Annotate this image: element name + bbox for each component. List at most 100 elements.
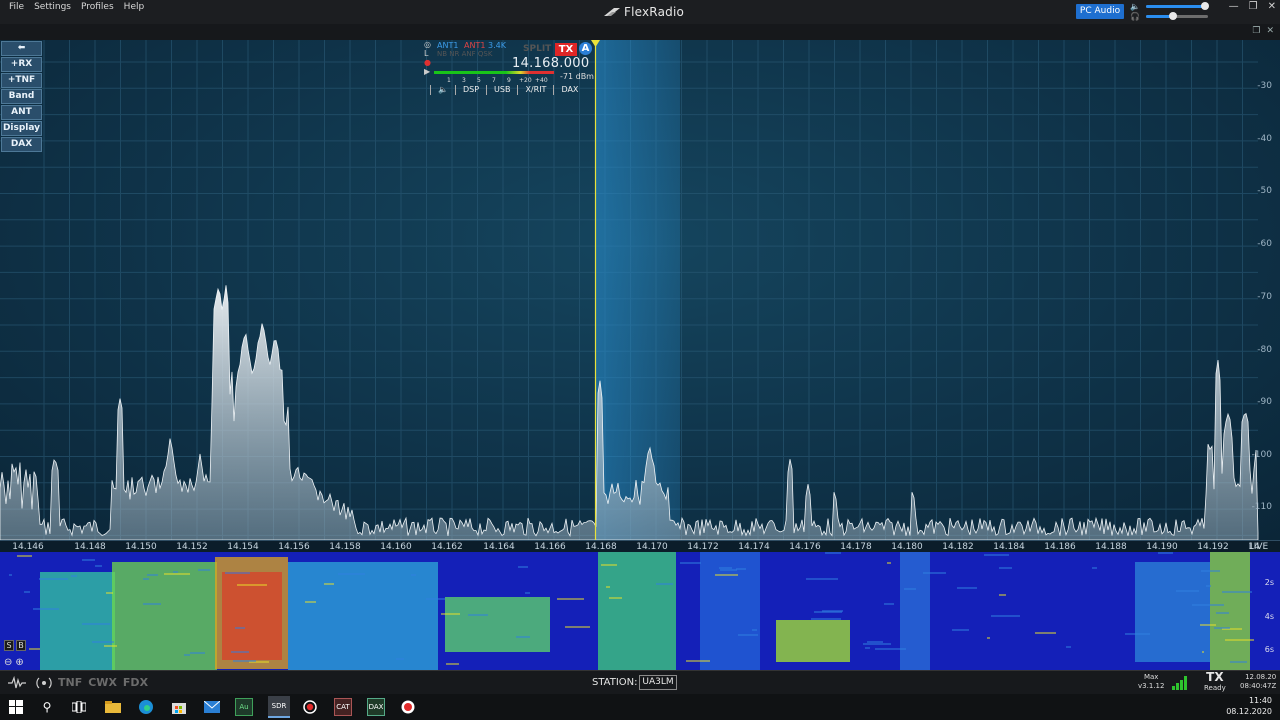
zoom-controls: ⊖ ⊕	[4, 657, 24, 668]
rx-antenna[interactable]: ANT1	[437, 41, 458, 50]
slice-letter-badge[interactable]: A	[579, 42, 592, 55]
slice-filter-passband[interactable]	[596, 40, 680, 540]
maximize-icon[interactable]: ❐	[1249, 1, 1258, 12]
detach-icon[interactable]: ❐	[1252, 26, 1260, 36]
time-label: 2s	[1264, 578, 1274, 587]
dax-app-icon[interactable]: DAX	[367, 698, 385, 716]
menu-profiles[interactable]: Profiles	[76, 1, 119, 13]
dsp-flags: NB NR ANF QSK	[437, 50, 493, 58]
brand-name: FlexRadio	[624, 5, 685, 19]
collapse-panel-button[interactable]: ⬅	[1, 41, 42, 56]
tx-status[interactable]: TX Ready	[1204, 670, 1226, 693]
smartcat-icon[interactable]: CAT	[334, 698, 352, 716]
slice-play-icon[interactable]: ▶	[424, 67, 432, 76]
frequency-axis[interactable]: 14.146 14.148 14.150 14.152 14.154 14.15…	[0, 540, 1280, 552]
band-button[interactable]: Band	[1, 89, 42, 104]
tx-antenna[interactable]: ANT1	[464, 41, 485, 50]
add-rx-button[interactable]: +RX	[1, 57, 42, 72]
close-pan-icon[interactable]: ✕	[1266, 26, 1274, 36]
dax-button[interactable]: DAX	[1, 137, 42, 152]
zoom-in-icon[interactable]: ⊕	[15, 657, 23, 668]
taskbar-clock[interactable]: 11:40 08.12.2020	[1226, 695, 1272, 717]
brand-logo: FlexRadio	[604, 5, 684, 19]
title-bar: File Settings Profiles Help FlexRadio PC…	[0, 0, 1280, 24]
mail-icon[interactable]	[203, 698, 221, 716]
s-button[interactable]: S	[4, 640, 14, 651]
dbm-scale[interactable]: -30 -40 -50 -60 -70 -80 -90 -100 -110	[1252, 40, 1280, 540]
status-bar: TNF CWX FDX STATION: UA3LM Max v3.1.12 T…	[0, 670, 1280, 694]
speaker-volume-knob[interactable]	[1201, 2, 1209, 10]
minimize-icon[interactable]: —	[1229, 1, 1239, 12]
close-icon[interactable]: ✕	[1268, 1, 1276, 12]
tnf-toggle[interactable]: TNF	[58, 676, 82, 689]
flexradio-logo-icon	[604, 8, 620, 16]
panadapter[interactable]	[0, 40, 1280, 540]
freq-tick: 14.184	[993, 542, 1025, 552]
menu-help[interactable]: Help	[119, 1, 150, 13]
waveform-antenna-icon[interactable]	[8, 675, 54, 691]
slice-frequency[interactable]: 14.168.000	[512, 56, 589, 71]
cwx-toggle[interactable]: CWX	[88, 676, 117, 689]
menu-bar: File Settings Profiles Help	[4, 1, 149, 13]
utc-time: 08:40:47Z	[1240, 682, 1277, 690]
clock-date: 08.12.2020	[1226, 707, 1272, 716]
mode-toggles: TNF CWX FDX	[58, 676, 148, 689]
edge-browser-icon[interactable]	[137, 698, 155, 716]
slice-side-icons: ◎ L ● ▶	[424, 40, 432, 76]
spectrum-display	[0, 40, 1259, 540]
menu-settings[interactable]: Settings	[29, 1, 76, 13]
recorder-icon[interactable]	[399, 698, 417, 716]
slice-mode-button[interactable]: USB	[486, 85, 517, 95]
file-explorer-icon[interactable]	[104, 698, 122, 716]
ant-button[interactable]: ANT	[1, 105, 42, 120]
search-icon[interactable]: ⚲	[38, 698, 56, 716]
smartsdr-window: File Settings Profiles Help FlexRadio PC…	[0, 0, 1280, 720]
waterfall[interactable]	[0, 552, 1280, 670]
menu-file[interactable]: File	[4, 1, 29, 13]
windows-start-icon[interactable]	[7, 698, 25, 716]
freq-tick: 14.148	[74, 542, 106, 552]
slice-dax-button[interactable]: DAX	[553, 85, 585, 95]
pan-window-icons: ❐ ✕	[1252, 26, 1274, 36]
add-tnf-button[interactable]: +TNF	[1, 73, 42, 88]
store-icon[interactable]	[170, 698, 188, 716]
slice-dsp-button[interactable]: DSP	[454, 85, 486, 95]
display-button[interactable]: Display	[1, 121, 42, 136]
slice-record-icon[interactable]: ●	[424, 58, 432, 67]
freq-tick: 14.156	[278, 542, 310, 552]
filter-bandwidth: 3.4K	[488, 41, 506, 50]
pc-audio-button[interactable]: PC Audio	[1076, 4, 1124, 19]
b-button[interactable]: B	[16, 640, 26, 651]
fdx-toggle[interactable]: FDX	[123, 676, 148, 689]
smartsdr-taskbar-icon[interactable]: SDR	[268, 696, 290, 718]
freq-tick: 14.190	[1146, 542, 1178, 552]
headphone-volume-knob[interactable]	[1169, 12, 1177, 20]
freq-tick: 14.154	[227, 542, 259, 552]
tx-slice-badge[interactable]: TX	[555, 43, 577, 56]
headphone-volume-slider[interactable]	[1146, 12, 1208, 20]
task-view-icon[interactable]	[70, 698, 88, 716]
slice-audio-button[interactable]: 🔈	[430, 85, 455, 95]
slice-target-icon[interactable]: ◎	[424, 40, 432, 49]
freq-tick: 14.158	[329, 542, 361, 552]
tx-label: TX	[1206, 670, 1224, 684]
tx-state: Ready	[1204, 684, 1226, 692]
speaker-volume-slider[interactable]	[1146, 2, 1209, 10]
split-button[interactable]: SPLIT	[523, 44, 551, 54]
slice-button-row: 🔈 DSP USB X/RIT DAX	[430, 85, 585, 95]
station-name-field[interactable]: UA3LM	[639, 675, 677, 690]
live-indicator[interactable]: LIVE	[1249, 542, 1269, 552]
left-button-panel: ⬅ +RX +TNF Band ANT Display DAX	[1, 41, 42, 152]
slice-lock-icon[interactable]: L	[424, 49, 432, 58]
window-controls: — ❐ ✕	[1229, 1, 1276, 12]
audio-icons: 🔈 🎧	[1130, 2, 1140, 22]
meter-tick: 5	[477, 77, 481, 84]
audition-icon[interactable]: Au	[235, 698, 253, 716]
time-label: 4s	[1264, 612, 1274, 621]
meter-tick: +20	[519, 77, 532, 84]
slice-xrit-button[interactable]: X/RIT	[517, 85, 553, 95]
freq-tick: 14.170	[636, 542, 668, 552]
record-app-icon[interactable]	[301, 698, 319, 716]
zoom-out-icon[interactable]: ⊖	[4, 657, 12, 668]
freq-tick: 14.168	[585, 542, 617, 552]
